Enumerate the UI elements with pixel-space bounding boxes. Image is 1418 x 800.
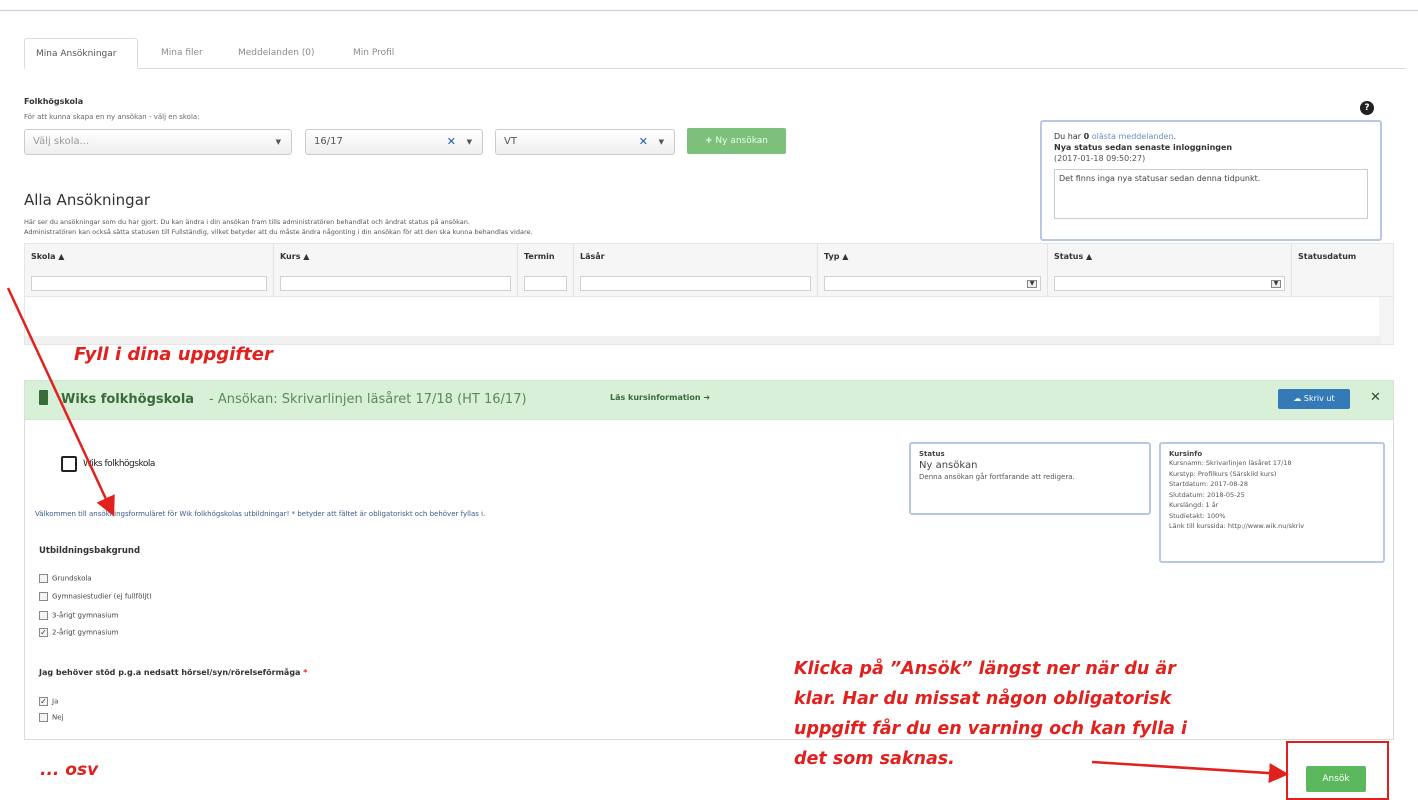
annotation-fill-in: Fyll i dina uppgifter	[74, 344, 273, 365]
annotation-line: klar. Har du missat någon obligatorisk	[794, 689, 1172, 709]
arrow-to-form	[6, 287, 115, 517]
annotation-etc: ... osv	[40, 760, 99, 780]
annotation-instructions: Klicka på ”Ansök” längst ner när du är k…	[794, 654, 1187, 774]
annotation-line: uppgift får du en varning och kan fylla …	[794, 719, 1187, 739]
annotation-line: det som saknas.	[794, 749, 955, 769]
annotation-arrows	[6, 287, 1289, 784]
annotation-line: Klicka på ”Ansök” längst ner när du är	[794, 659, 1176, 679]
